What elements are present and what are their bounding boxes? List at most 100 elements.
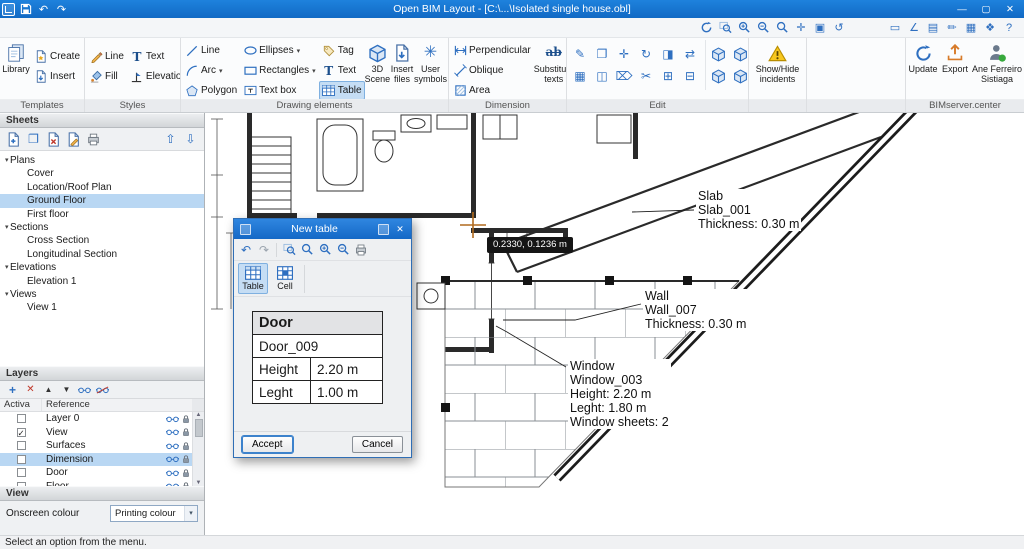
fit-view-icon[interactable]: ▣ [811,20,829,36]
preview-row-label[interactable]: Leght [252,380,311,404]
zoom-in-icon[interactable] [735,20,753,36]
measure-angle-icon[interactable]: ∠ [905,20,923,36]
area-dim-button[interactable]: Area [450,81,534,99]
tree-item-cross-section[interactable]: Cross Section [0,234,204,247]
preview-header-cell[interactable]: Door [252,311,383,335]
redline-icon[interactable]: ✏ [943,20,961,36]
update-button[interactable]: Update [907,40,939,98]
extrude-icon[interactable] [708,66,728,86]
fill-style-button[interactable]: Fill [86,67,127,86]
redo-button[interactable]: ↷ [54,2,69,16]
pin-icon[interactable] [378,223,389,235]
trim-icon[interactable]: ✂ [636,66,656,86]
dialog-undo-icon[interactable]: ↶ [238,242,254,258]
scroll-up-icon[interactable]: ▲ [196,412,202,418]
tree-item-location-roof-plan[interactable]: Location/Roof Plan [0,181,204,194]
layer-active-checkbox[interactable] [16,454,26,464]
ungroup-icon[interactable]: ⊟ [680,66,700,86]
edit-icon[interactable]: ✎ [570,44,590,64]
dialog-close-icon[interactable]: ✕ [392,222,408,236]
ellipses-tool-button[interactable]: Ellipses ▾ [240,41,319,60]
colour-mode-dropdown[interactable]: Printing colour ▾ [110,504,198,522]
table-tool-button[interactable]: Table [318,81,365,100]
arc-dropdown-icon[interactable]: ▾ [219,67,223,75]
layer-lock-icon[interactable] [182,454,190,464]
layer-visibility-icon[interactable] [166,442,179,450]
tree-item-cover[interactable]: Cover [0,167,204,180]
collapse-icon[interactable]: ▾ [0,288,10,301]
dialog-redo-icon[interactable]: ↷ [256,242,272,258]
layer-row-surfaces[interactable]: Surfaces [0,439,192,453]
redraw-icon[interactable] [697,20,715,36]
dialog-zoom-all-icon[interactable] [299,242,315,258]
dialog-zoom-window-icon[interactable] [281,242,297,258]
send-back-icon[interactable] [730,44,748,64]
grid-icon[interactable]: ▦ [962,20,980,36]
zoom-window-icon[interactable] [716,20,734,36]
rotate-icon[interactable]: ↻ [636,44,656,64]
section-icon[interactable] [730,66,748,86]
oblique-dim-button[interactable]: Oblique [450,61,534,80]
layer-active-checkbox[interactable] [16,468,26,478]
layer-visibility-icon[interactable] [166,469,179,477]
add-layer-icon[interactable]: + [6,383,19,397]
delete-sheet-icon[interactable] [45,131,62,148]
tree-group-views[interactable]: ▾ Views [0,288,204,301]
layer-active-checkbox[interactable] [16,441,26,451]
dialog-table-tool[interactable]: Table [238,263,268,294]
layer-row-view[interactable]: ✓ View [0,426,192,440]
collapse-icon[interactable]: ▾ [0,221,10,234]
substitute-texts-button[interactable]: ab Substitute texts [534,40,566,98]
text-style-button[interactable]: T Text [127,47,180,66]
layer-visibility-icon[interactable]: ▤ [924,20,942,36]
close-button[interactable]: ✕ [998,1,1022,17]
dialog-zoom-in-icon[interactable] [317,242,333,258]
dialog-cell-tool[interactable]: Cell [270,263,300,294]
tree-item-view-1[interactable]: View 1 [0,301,204,314]
print-sheet-icon[interactable] [85,131,102,148]
tree-item-elevation-1[interactable]: Elevation 1 [0,275,204,288]
undo-button[interactable]: ↶ [36,2,51,16]
collapse-icon[interactable]: ▾ [0,261,10,274]
rectangles-dropdown-icon[interactable]: ▾ [312,67,316,75]
tag-tool-button[interactable]: Tag [319,41,365,60]
zoom-all-icon[interactable] [773,20,791,36]
titlebar[interactable]: ↶ ↷ Open BIM Layout - [C:\...\Isolated s… [0,0,1024,18]
group-icon[interactable]: ⊞ [658,66,678,86]
collapse-icon[interactable]: ▾ [0,154,10,167]
copy-sheet-icon[interactable]: ❐ [25,131,42,148]
polygon-tool-button[interactable]: Polygon [182,81,240,99]
copy-icon[interactable]: ❐ [592,44,612,64]
layer-row-layer0[interactable]: Layer 0 [0,412,192,426]
layer-row-dimension[interactable]: Dimension [0,452,192,466]
rectangles-tool-button[interactable]: Rectangles ▾ [240,61,319,80]
layer-visibility-icon[interactable] [166,455,179,463]
mirror-icon[interactable]: ◨ [658,44,678,64]
dialog-print-icon[interactable] [353,242,369,258]
tree-item-first-floor[interactable]: First floor [0,208,204,221]
layer-row-door[interactable]: Door [0,466,192,480]
preview-row-value[interactable]: 2.20 m [310,357,383,381]
layer-active-checkbox[interactable]: ✓ [16,427,26,437]
accept-button[interactable]: Accept [241,435,294,454]
new-sheet-icon[interactable] [5,131,22,148]
bim-user-button[interactable]: Ane Ferreiro Sistiaga [971,40,1023,98]
line-tool-button[interactable]: Line [182,41,240,60]
show-hide-incidents-button[interactable]: Show/Hide incidents [751,40,805,98]
tree-group-sections[interactable]: ▾ Sections [0,221,204,234]
elevation-style-button[interactable]: Elevation [127,67,180,86]
layer-lock-icon[interactable] [182,414,190,424]
insert-files-button[interactable]: Insert files [390,40,414,98]
user-symbols-button[interactable]: ✳ User symbols [414,40,447,98]
perpendicular-dim-button[interactable]: Perpendicular [450,41,534,60]
layer-visibility-icon[interactable] [166,415,179,423]
drawing-canvas[interactable]: 0.2330, 0.1236 m Slab Slab_001 Thickness… [205,113,1024,535]
arc-tool-button[interactable]: Arc ▾ [182,61,240,80]
insert-template-button[interactable]: Insert [31,67,83,86]
maximize-button[interactable]: ▢ [974,1,998,17]
layer-lock-icon[interactable] [182,427,190,437]
help-icon[interactable]: ? [1000,20,1018,36]
tree-group-plans[interactable]: ▾ Plans [0,154,204,167]
delete-icon[interactable]: ⌦ [614,66,634,86]
dialog-zoom-out-icon[interactable] [335,242,351,258]
